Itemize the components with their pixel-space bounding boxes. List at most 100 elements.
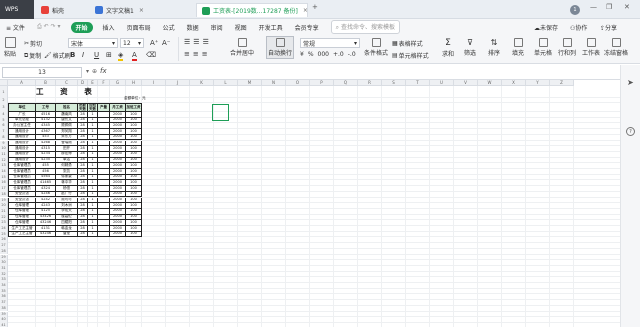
column-header[interactable]: A [8,80,36,86]
wrap-text-button[interactable]: 自动换行 [266,36,295,59]
font-size-select[interactable]: 12 ▾ [120,38,144,48]
format-painter-button[interactable]: 🖌 格式刷 [44,51,71,60]
menu-review[interactable]: 审阅 [205,23,229,32]
row-header[interactable]: 41 [0,322,8,327]
avatar[interactable]: 1 [570,5,580,15]
column-header[interactable]: S [382,80,406,86]
column-header[interactable]: M [238,80,262,86]
unsaved-status[interactable]: ☁未保存 [534,23,558,32]
column-header[interactable]: R [358,80,382,86]
merge-center-button[interactable]: 合并居中 [230,38,254,57]
chevron-down-icon[interactable]: ▾ [86,68,89,75]
table-style-button[interactable]: ▦ 表格样式 [392,39,423,48]
column-header[interactable]: V [454,80,478,86]
column-header[interactable]: L [214,80,238,86]
worksheet-button[interactable]: 工作表 [582,38,600,57]
cursor-icon[interactable]: ➤ [627,78,634,87]
selected-cell[interactable] [212,104,229,121]
help-icon[interactable]: ? [626,127,635,136]
table-cell[interactable]: 1 [88,231,98,238]
border-button[interactable]: ⊞ [106,51,112,59]
table-cell[interactable]: 唐龙 [56,231,78,238]
number-format-buttons[interactable]: ¥% 000 +.0 -.0 [300,51,356,58]
fill-color-button[interactable]: ◈ [118,51,124,61]
column-header[interactable]: Y [526,80,550,86]
table-cell[interactable]: 100 [126,231,142,238]
sort-button[interactable]: ⇅ 排序 [488,38,500,57]
close-icon[interactable]: × [139,7,144,14]
number-format-select[interactable]: 常规 ▾ [300,38,360,48]
halign-buttons[interactable]: ≡ ≡ ≡ [184,50,208,58]
fx-button[interactable]: fx [100,67,107,75]
column-header[interactable]: K [190,80,214,86]
cell-button[interactable]: 单元格 [534,38,552,57]
menu-developer[interactable]: 开发工具 [253,23,289,32]
menu-member[interactable]: 会员专享 [289,23,325,32]
restore-button[interactable]: ❐ [606,3,612,11]
table-header-cell[interactable]: 出勤天数 [78,103,88,112]
column-header[interactable]: P [310,80,334,86]
quick-access-icons[interactable]: ⎙ ↶ ↷ ▾ [31,23,67,31]
file-menu[interactable]: ≡ 文件 [0,23,31,32]
column-header[interactable]: H [126,80,142,86]
column-header[interactable]: U [430,80,454,86]
formula-input[interactable] [112,67,618,78]
menu-insert[interactable]: 插入 [97,23,121,32]
column-header[interactable]: N [262,80,286,86]
table-cell[interactable]: 2000 [110,231,126,238]
table-header-cell[interactable]: 单位 [8,103,36,112]
copy-button[interactable]: ⧉ 复制 [24,51,41,61]
column-header[interactable]: X [502,80,526,86]
cond-format-button[interactable]: 条件格式 [364,38,388,57]
column-header[interactable]: Z [550,80,574,86]
row-header[interactable]: 3 [0,103,8,112]
align-buttons[interactable]: ☰ ☰ ☰ [184,38,209,46]
font-color-button[interactable]: A [132,51,137,61]
column-header[interactable]: J [166,80,190,86]
share-button[interactable]: ⇪分享 [600,23,617,32]
column-header[interactable]: I [142,80,166,86]
row-header[interactable]: 1 [0,86,8,98]
table-header-cell[interactable]: 加班工资 [126,103,142,112]
table-header-cell[interactable]: 月工资 [110,103,126,112]
tab-spreadsheet[interactable]: 工资表-[2019数...17287 备份] × [196,3,308,17]
menu-page-layout[interactable]: 页面布局 [121,23,157,32]
table-header-cell[interactable]: 姓名 [56,103,78,112]
wps-home-tab[interactable]: WPS [0,0,34,19]
cut-button[interactable]: ✂ 剪切 [24,39,42,48]
fill-button[interactable]: 填充 [512,38,524,57]
italic-button[interactable]: I [82,51,84,59]
grow-font-button[interactable]: A⁺ [150,39,158,47]
menu-formula[interactable]: 公式 [157,23,181,32]
filter-button[interactable]: ⊽ 筛选 [464,38,476,57]
menu-view[interactable]: 视图 [229,23,253,32]
collab-button[interactable]: ⚇协作 [570,23,587,32]
close-window-button[interactable]: ✕ [624,3,630,11]
table-cell[interactable]: 28 [78,231,88,238]
sum-button[interactable]: Σ 求和 [442,38,454,58]
underline-button[interactable]: U [94,51,99,59]
minimize-button[interactable]: — [590,3,597,11]
font-name-select[interactable]: 宋体 ▾ [68,38,118,48]
table-header-cell[interactable]: 产量 [98,103,110,112]
column-header[interactable]: Q [334,80,358,86]
shrink-font-button[interactable]: A⁻ [162,39,170,47]
freeze-panes-button[interactable]: 冻结窗格 [604,38,628,57]
zoom-icon[interactable]: ⊕ [92,68,97,75]
clear-format-button[interactable]: ⌫ [146,51,156,59]
column-header[interactable]: T [406,80,430,86]
tab-daoke[interactable]: 稻壳 [36,3,84,17]
rowcol-button[interactable]: 行和列 [558,38,576,57]
cell-style-button[interactable]: ▤ 单元格样式 [392,51,429,60]
paste-button[interactable]: 粘贴 [4,37,16,58]
table-header-cell[interactable]: 加班天数 [88,103,98,112]
tab-writer-doc[interactable]: 文字文稿1 × [90,3,180,17]
close-icon[interactable]: × [303,7,307,14]
command-search-input[interactable]: ⌕ 查找命令、搜索模板 [330,20,400,34]
table-cell[interactable]: 43246 [36,231,56,238]
table-cell[interactable] [98,231,110,238]
menu-data[interactable]: 数据 [181,23,205,32]
table-cell[interactable]: 生产工艺主管 [8,231,36,238]
column-header[interactable]: O [286,80,310,86]
column-header[interactable]: G [110,80,126,86]
